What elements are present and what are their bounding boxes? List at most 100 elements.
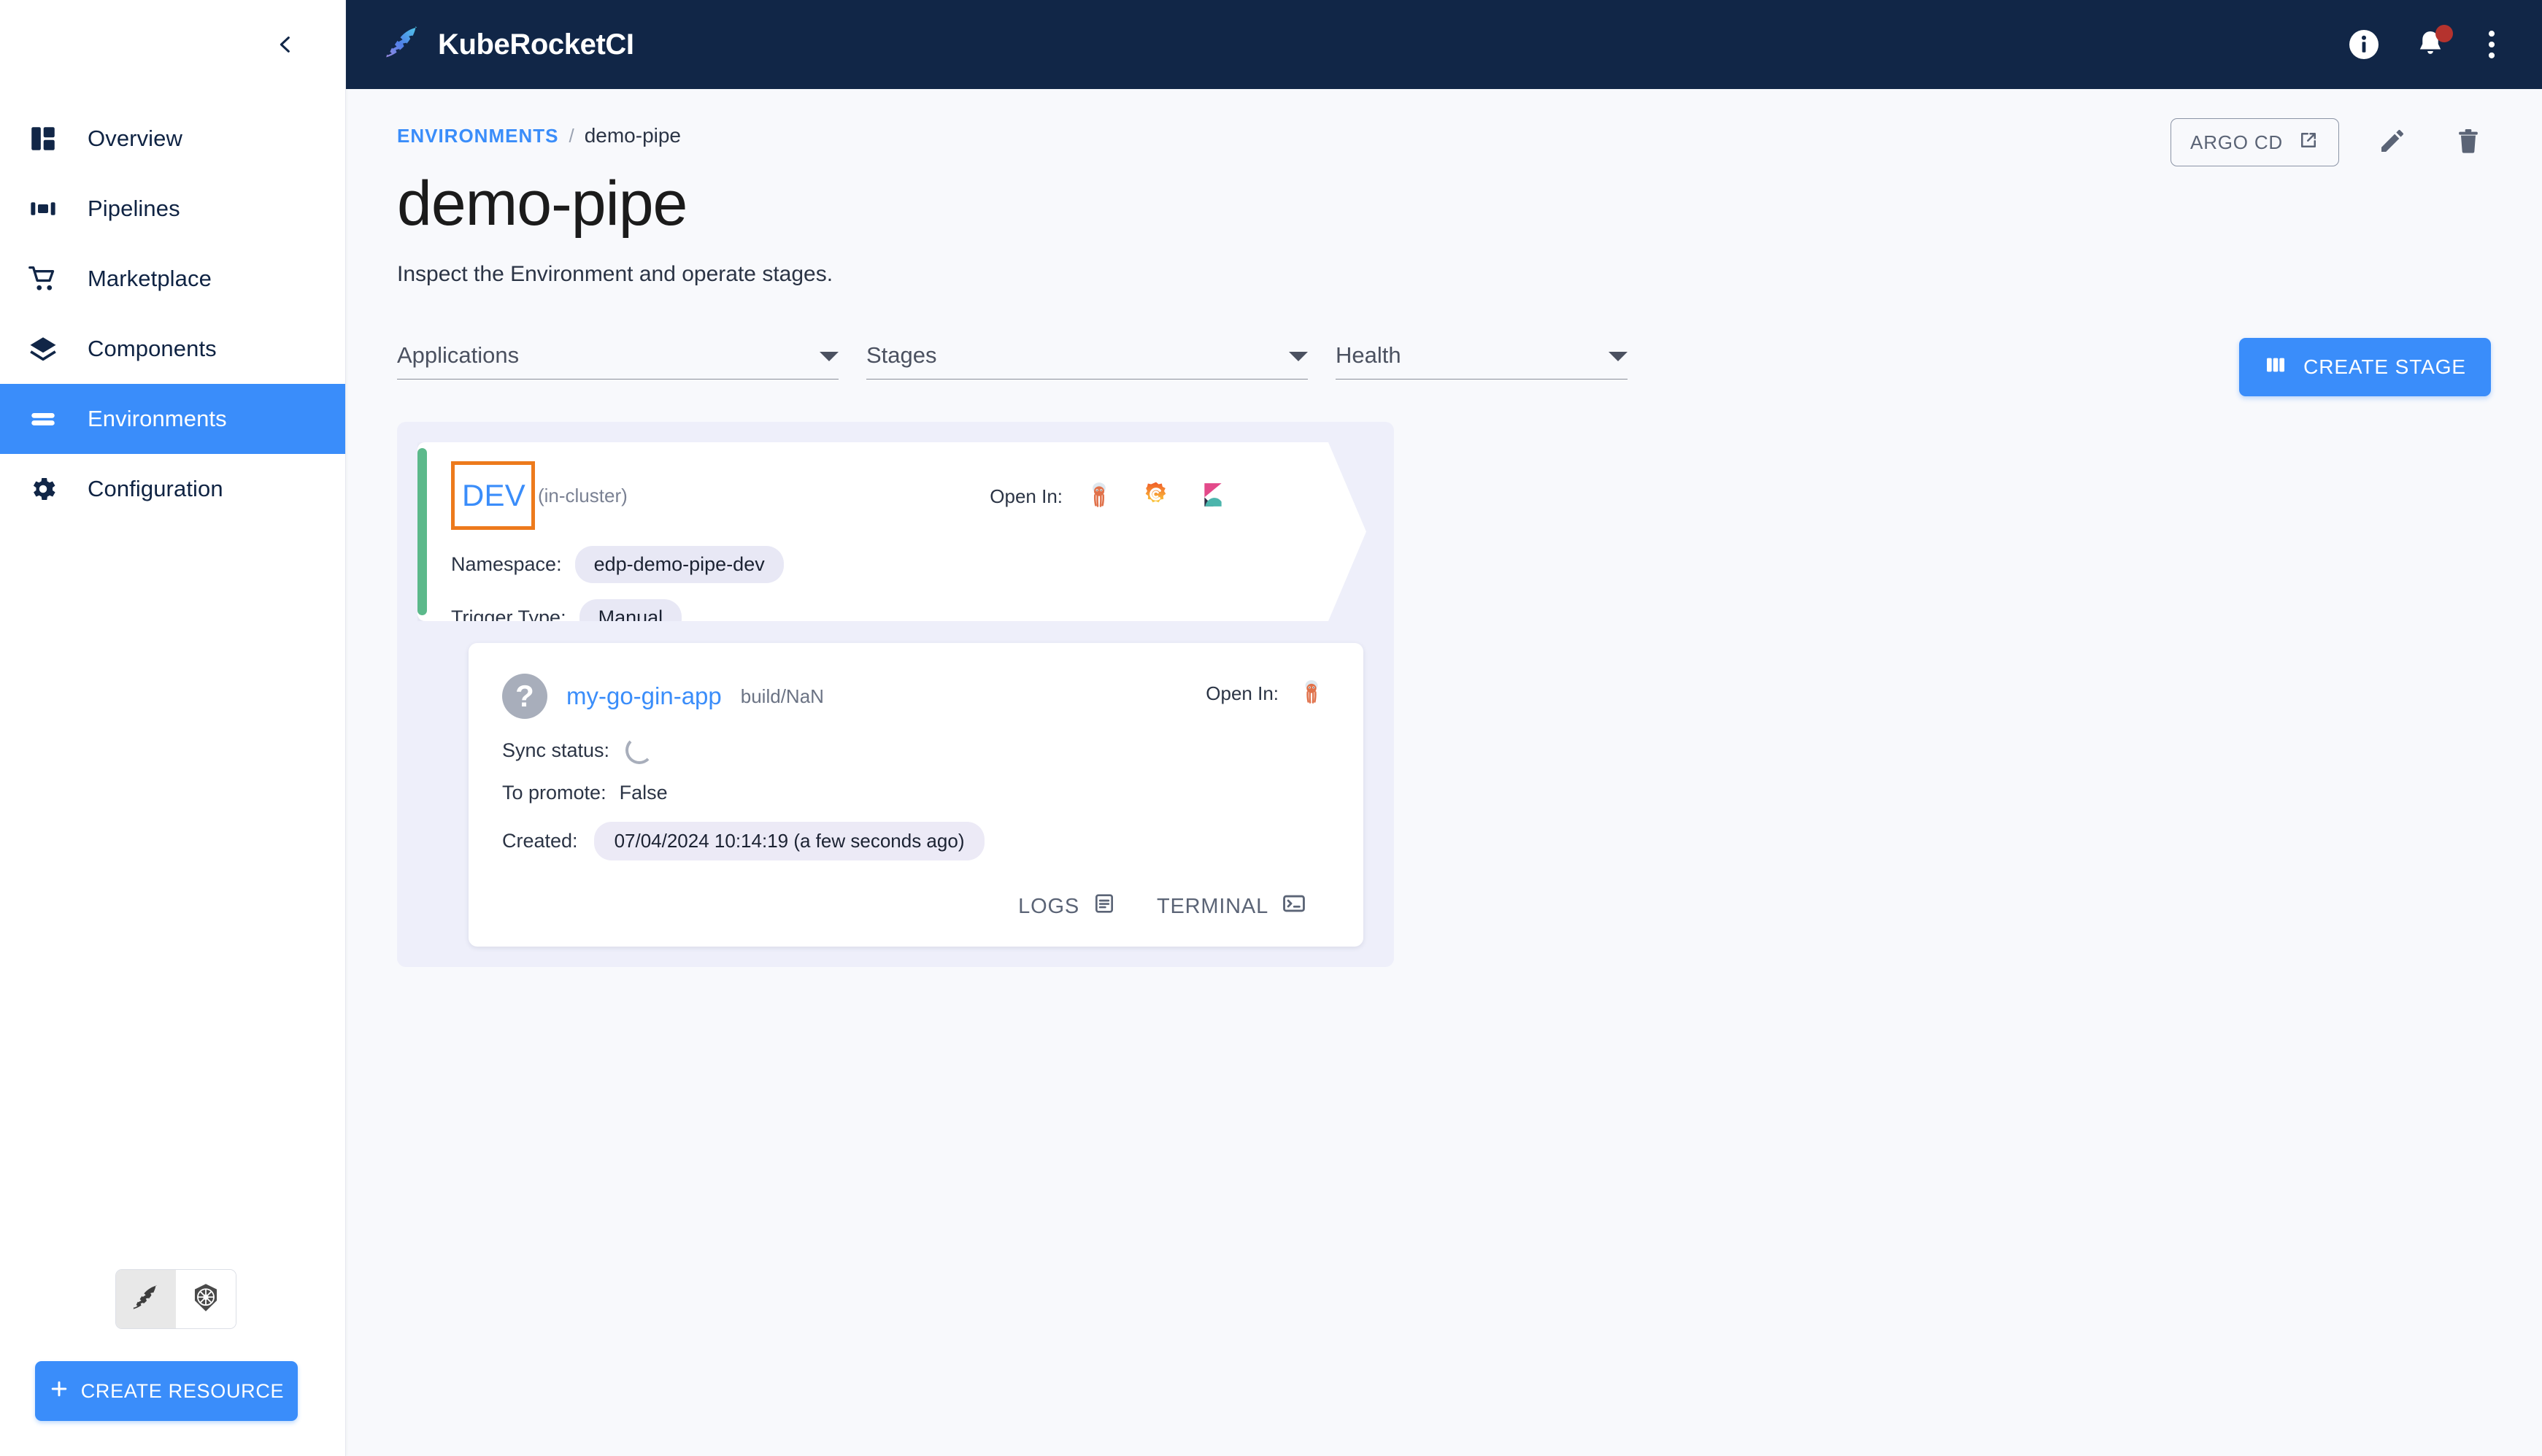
terminal-icon bbox=[1282, 891, 1306, 922]
grafana-icon[interactable] bbox=[1141, 480, 1171, 513]
application-name-link[interactable]: my-go-gin-app bbox=[566, 682, 722, 710]
stage-name-selected-box[interactable]: DEV bbox=[451, 461, 535, 530]
application-to-promote-key: To promote: bbox=[502, 782, 606, 804]
plus-icon bbox=[49, 1379, 69, 1404]
environments-icon bbox=[18, 404, 69, 434]
kubernetes-wheel-icon bbox=[190, 1282, 222, 1317]
sidebar-item-environments[interactable]: Environments bbox=[0, 384, 345, 454]
stage-field-value: edp-demo-pipe-dev bbox=[575, 546, 784, 583]
info-circle-icon[interactable] bbox=[2346, 27, 2381, 62]
view-mode-toggle bbox=[115, 1269, 236, 1329]
sidebar: Overview Pipelines Marketplace Component… bbox=[0, 0, 346, 1456]
stage-title-row: DEV (in-cluster) bbox=[451, 461, 1366, 530]
dashboard-icon bbox=[18, 123, 69, 154]
sidebar-item-marketplace[interactable]: Marketplace bbox=[0, 244, 345, 314]
application-sync-status-key: Sync status: bbox=[502, 739, 610, 761]
trash-icon bbox=[2454, 126, 2483, 159]
stage-cluster: (in-cluster) bbox=[537, 484, 628, 506]
stage-field-value: Manual bbox=[579, 599, 682, 636]
application-created: Created: 07/04/2024 10:14:19 (a few seco… bbox=[502, 822, 1327, 860]
chevron-down-icon bbox=[820, 352, 839, 361]
terminal-button[interactable]: TERMINAL bbox=[1157, 891, 1306, 922]
edit-button[interactable] bbox=[2370, 120, 2415, 165]
filter-health[interactable]: Health bbox=[1336, 342, 1628, 380]
filter-applications-label: Applications bbox=[397, 342, 520, 368]
sidebar-item-overview[interactable]: Overview bbox=[0, 104, 345, 174]
create-resource-label: CREATE RESOURCE bbox=[80, 1379, 285, 1402]
application-card: ? my-go-gin-app build/NaN Open In: Sync … bbox=[469, 643, 1363, 947]
topbar: KubeRocketCI bbox=[346, 0, 2542, 89]
logs-button[interactable]: LOGS bbox=[1018, 892, 1116, 921]
chevron-down-icon bbox=[1289, 352, 1308, 361]
stage-field-key: Namespace: bbox=[451, 553, 562, 575]
rocket-feather-icon bbox=[384, 24, 422, 66]
sidebar-item-label: Components bbox=[88, 336, 217, 361]
gear-icon bbox=[18, 474, 69, 504]
mode-kubernetes-button[interactable] bbox=[176, 1270, 236, 1328]
application-created-value: 07/04/2024 10:14:19 (a few seconds ago) bbox=[593, 822, 985, 860]
opensearch-icon[interactable] bbox=[1298, 678, 1325, 709]
layers-icon bbox=[18, 334, 69, 364]
page-subtitle: Inspect the Environment and operate stag… bbox=[397, 262, 833, 286]
pencil-icon bbox=[2378, 126, 2407, 159]
topbar-actions bbox=[2346, 25, 2504, 62]
filter-row: Applications Stages Health CREATE STAGE bbox=[397, 338, 2491, 396]
breadcrumb-separator: / bbox=[569, 124, 574, 147]
brand[interactable]: KubeRocketCI bbox=[384, 24, 634, 66]
stage-field-trigger-type: Trigger Type: Manual bbox=[451, 599, 1366, 636]
filter-applications[interactable]: Applications bbox=[397, 342, 839, 380]
pipeline-icon bbox=[18, 193, 69, 224]
logs-label: LOGS bbox=[1018, 894, 1079, 918]
stage-open-in-icons bbox=[1085, 480, 1228, 513]
sidebar-footer: CREATE RESOURCE bbox=[0, 1269, 345, 1456]
more-vertical-icon[interactable] bbox=[2479, 28, 2504, 61]
notification-badge bbox=[2435, 25, 2453, 42]
filter-stages[interactable]: Stages bbox=[866, 342, 1308, 380]
delete-button[interactable] bbox=[2446, 120, 2491, 165]
main-area: KubeRocketCI ENVIRONMENTS / demo-pipe de… bbox=[346, 0, 2542, 1456]
create-stage-label: CREATE STAGE bbox=[2303, 355, 2466, 378]
application-to-promote-value: False bbox=[619, 782, 668, 804]
external-link-icon bbox=[2298, 129, 2319, 156]
sidebar-collapse-button[interactable] bbox=[269, 28, 302, 61]
chevron-down-icon bbox=[1609, 352, 1628, 361]
argo-cd-button[interactable]: ARGO CD bbox=[2171, 118, 2339, 166]
sidebar-item-label: Overview bbox=[88, 126, 182, 151]
breadcrumb-environments-link[interactable]: ENVIRONMENTS bbox=[397, 125, 558, 147]
spinner-icon bbox=[625, 736, 654, 764]
sidebar-item-pipelines[interactable]: Pipelines bbox=[0, 174, 345, 244]
mode-kuberocketci-button[interactable] bbox=[116, 1270, 176, 1328]
stage-field-namespace: Namespace: edp-demo-pipe-dev bbox=[451, 546, 1366, 583]
stage-card-dev[interactable]: DEV (in-cluster) Open In: Namespace: edp… bbox=[417, 442, 1366, 621]
kuberocketci-feather-icon bbox=[131, 1282, 161, 1317]
page-content: ENVIRONMENTS / demo-pipe demo-pipe Inspe… bbox=[346, 89, 2542, 1456]
create-stage-button[interactable]: CREATE STAGE bbox=[2239, 338, 2491, 396]
application-open-in: Open In: bbox=[1206, 678, 1325, 709]
kibana-icon[interactable] bbox=[1198, 480, 1228, 513]
page-header-actions: ARGO CD bbox=[2171, 118, 2491, 166]
stage-open-in: Open In: bbox=[990, 480, 1228, 513]
application-created-key: Created: bbox=[502, 830, 578, 852]
sidebar-item-configuration[interactable]: Configuration bbox=[0, 454, 345, 524]
sidebar-item-components[interactable]: Components bbox=[0, 314, 345, 384]
stage-name: DEV bbox=[462, 478, 525, 512]
app-root: Overview Pipelines Marketplace Component… bbox=[0, 0, 2542, 1456]
sidebar-item-label: Marketplace bbox=[88, 266, 212, 291]
cart-icon bbox=[18, 263, 69, 294]
application-open-in-label: Open In: bbox=[1206, 682, 1279, 704]
sidebar-nav: Overview Pipelines Marketplace Component… bbox=[0, 89, 345, 524]
chevron-left-icon bbox=[280, 36, 290, 53]
create-resource-button[interactable]: CREATE RESOURCE bbox=[35, 1361, 298, 1421]
breadcrumb-current: demo-pipe bbox=[584, 124, 682, 147]
terminal-label: TERMINAL bbox=[1156, 894, 1268, 918]
application-build: build/NaN bbox=[740, 685, 824, 707]
application-to-promote: To promote: False bbox=[502, 782, 1327, 804]
filter-stages-label: Stages bbox=[866, 342, 937, 368]
opensearch-icon[interactable] bbox=[1085, 480, 1114, 513]
application-header: ? my-go-gin-app build/NaN bbox=[502, 674, 1327, 719]
question-mark-icon: ? bbox=[502, 674, 547, 719]
stage-field-key: Trigger Type: bbox=[451, 606, 566, 628]
filter-health-label: Health bbox=[1336, 342, 1401, 368]
brand-name: KubeRocketCI bbox=[438, 28, 634, 61]
bell-icon[interactable] bbox=[2414, 25, 2453, 61]
